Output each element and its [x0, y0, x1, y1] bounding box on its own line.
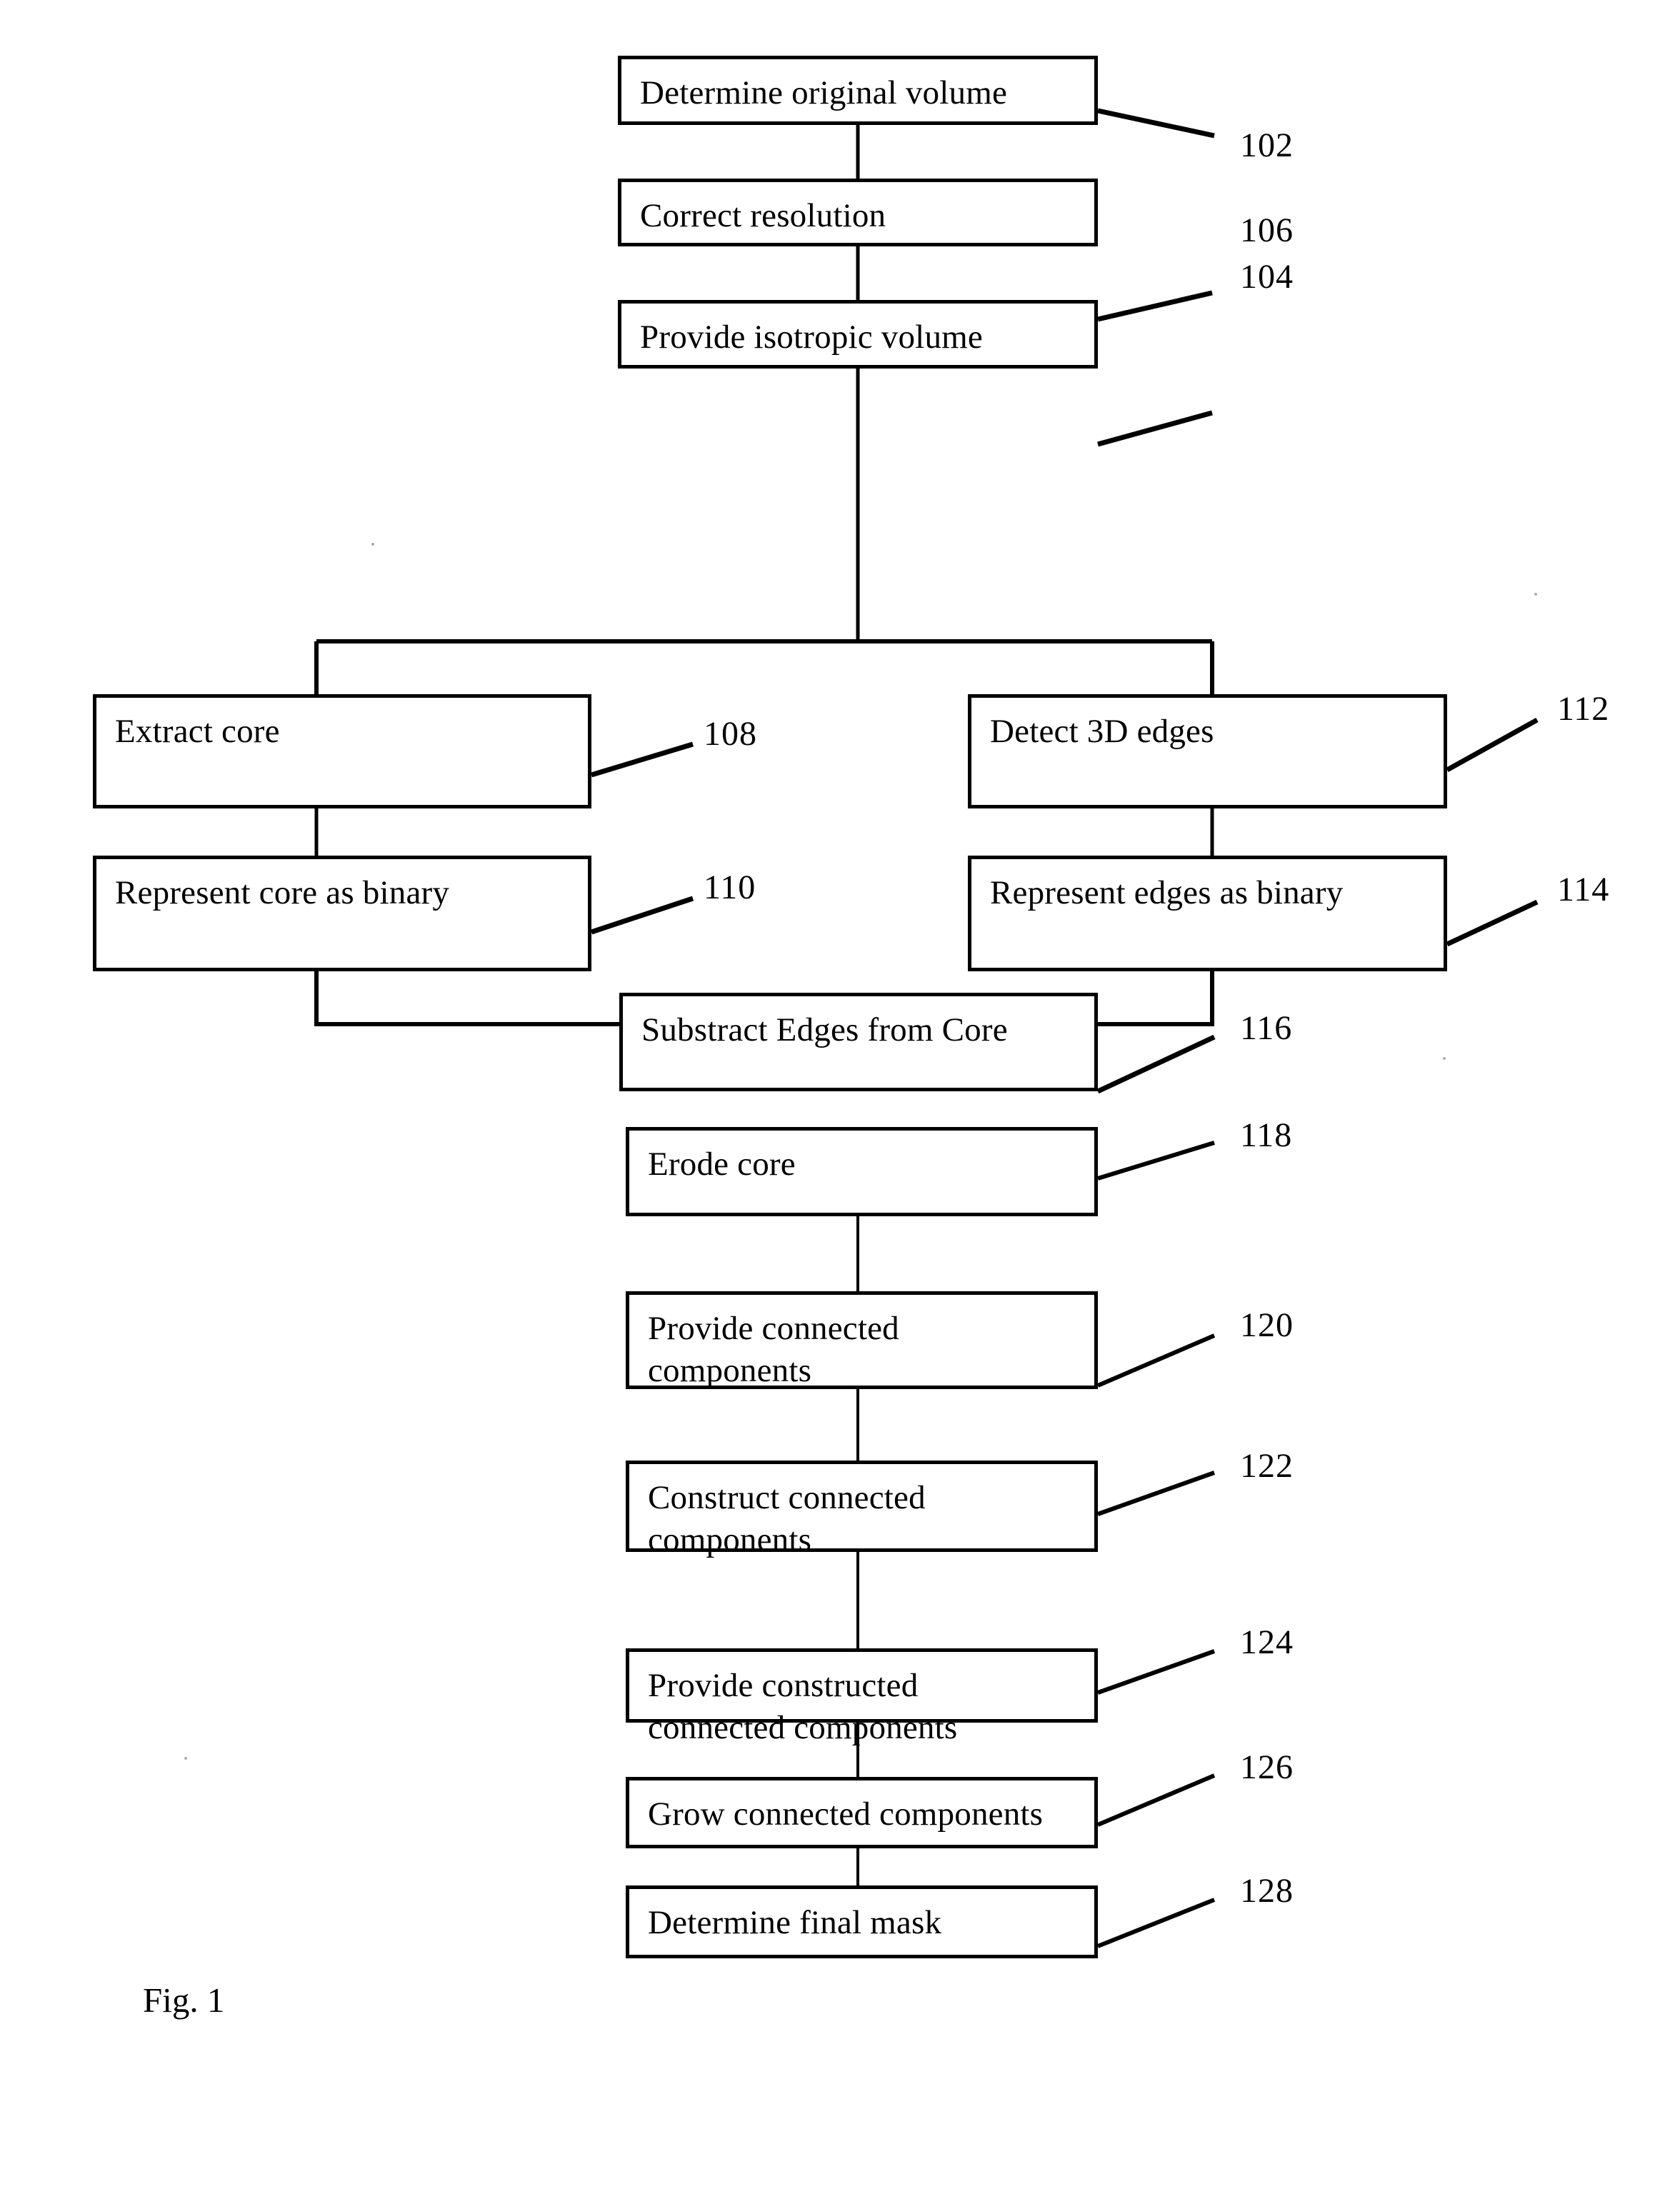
- scan-speck: [371, 543, 374, 546]
- box-label: Represent core as binary: [115, 874, 450, 911]
- process-box-determine-final-mask[interactable]: Determine final mask: [626, 1885, 1098, 1958]
- ref-numeral-102: 102: [1240, 126, 1294, 164]
- figure-caption: Fig. 1: [143, 1980, 225, 2020]
- process-box-construct-connected-components[interactable]: Construct connected components: [626, 1461, 1098, 1558]
- leader-128: [1096, 1898, 1216, 1948]
- box-label: Provide constructed: [648, 1667, 919, 1704]
- process-box-provide-connected-components[interactable]: Provide connected components: [626, 1291, 1098, 1389]
- box-label: Detect 3D edges: [990, 713, 1214, 750]
- process-box-provide-constructed-connected-components[interactable]: Provide constructed connected components: [626, 1648, 1098, 1746]
- ref-numeral-128: 128: [1240, 1872, 1294, 1910]
- process-box-provide-isotropic-volume[interactable]: Provide isotropic volume: [618, 300, 1098, 369]
- process-box-detect-3d-edges[interactable]: Detect 3D edges: [968, 694, 1447, 808]
- scan-speck: [1443, 1057, 1446, 1060]
- connector-110-116: [314, 971, 619, 1026]
- leader-124: [1096, 1649, 1216, 1695]
- leader-108: [590, 741, 694, 778]
- ref-numeral-114: 114: [1557, 871, 1610, 908]
- figure-page: Determine original volume 102 Correct re…: [0, 0, 1680, 2204]
- box-label: Determine original volume: [640, 74, 1008, 111]
- leader-102: [1097, 108, 1215, 139]
- ref-numeral-122: 122: [1240, 1447, 1294, 1485]
- ref-numeral-120: 120: [1240, 1306, 1294, 1344]
- ref-numeral-110: 110: [704, 868, 756, 906]
- leader-112: [1446, 717, 1539, 773]
- process-box-determine-original-volume[interactable]: Determine original volume: [618, 56, 1098, 125]
- process-box-represent-edges-as-binary[interactable]: Represent edges as binary: [968, 856, 1447, 971]
- leader-110: [590, 896, 694, 935]
- box-label: Construct connected: [648, 1479, 926, 1516]
- scan-speck: [184, 1757, 187, 1760]
- leader-120: [1096, 1333, 1216, 1388]
- connector-114-116: [1096, 971, 1214, 1026]
- process-box-extract-core[interactable]: Extract core: [93, 694, 591, 808]
- scan-speck: [1534, 593, 1537, 596]
- ref-numeral-108: 108: [704, 715, 757, 753]
- process-box-erode-core[interactable]: Erode core: [626, 1127, 1098, 1216]
- box-label: Erode core: [648, 1146, 796, 1183]
- leader-116: [1096, 1034, 1216, 1094]
- box-label-line2: connected components: [648, 1708, 958, 1746]
- ref-numeral-104: 104: [1240, 258, 1294, 296]
- box-label: Provide connected: [648, 1310, 899, 1347]
- box-label: Extract core: [115, 713, 280, 750]
- process-box-grow-connected-components[interactable]: Grow connected components: [626, 1777, 1098, 1848]
- leader-104: [1097, 290, 1213, 322]
- leader-114: [1446, 899, 1539, 947]
- process-box-correct-resolution[interactable]: Correct resolution: [618, 179, 1098, 246]
- ref-numeral-112: 112: [1557, 690, 1610, 728]
- leader-122: [1096, 1471, 1216, 1516]
- ref-numeral-118: 118: [1240, 1116, 1293, 1154]
- leader-118: [1097, 1141, 1215, 1181]
- process-box-represent-core-as-binary[interactable]: Represent core as binary: [93, 856, 591, 971]
- ref-numeral-126: 126: [1240, 1748, 1294, 1786]
- box-label-line2: components: [648, 1351, 812, 1389]
- ref-numeral-106: 106: [1240, 211, 1294, 249]
- box-label: Provide isotropic volume: [640, 319, 983, 356]
- process-box-substract-edges-from-core[interactable]: Substract Edges from Core: [619, 993, 1098, 1091]
- ref-numeral-116: 116: [1240, 1009, 1293, 1047]
- ref-numeral-124: 124: [1240, 1623, 1294, 1661]
- box-label: Grow connected components: [648, 1795, 1044, 1833]
- box-label: Determine final mask: [648, 1904, 942, 1941]
- leader-106: [1097, 410, 1213, 447]
- box-label: Substract Edges from Core: [641, 1011, 1008, 1048]
- box-label-line2: components: [648, 1521, 812, 1558]
- box-label: Represent edges as binary: [990, 874, 1344, 911]
- box-label: Correct resolution: [640, 197, 886, 234]
- leader-126: [1096, 1773, 1216, 1827]
